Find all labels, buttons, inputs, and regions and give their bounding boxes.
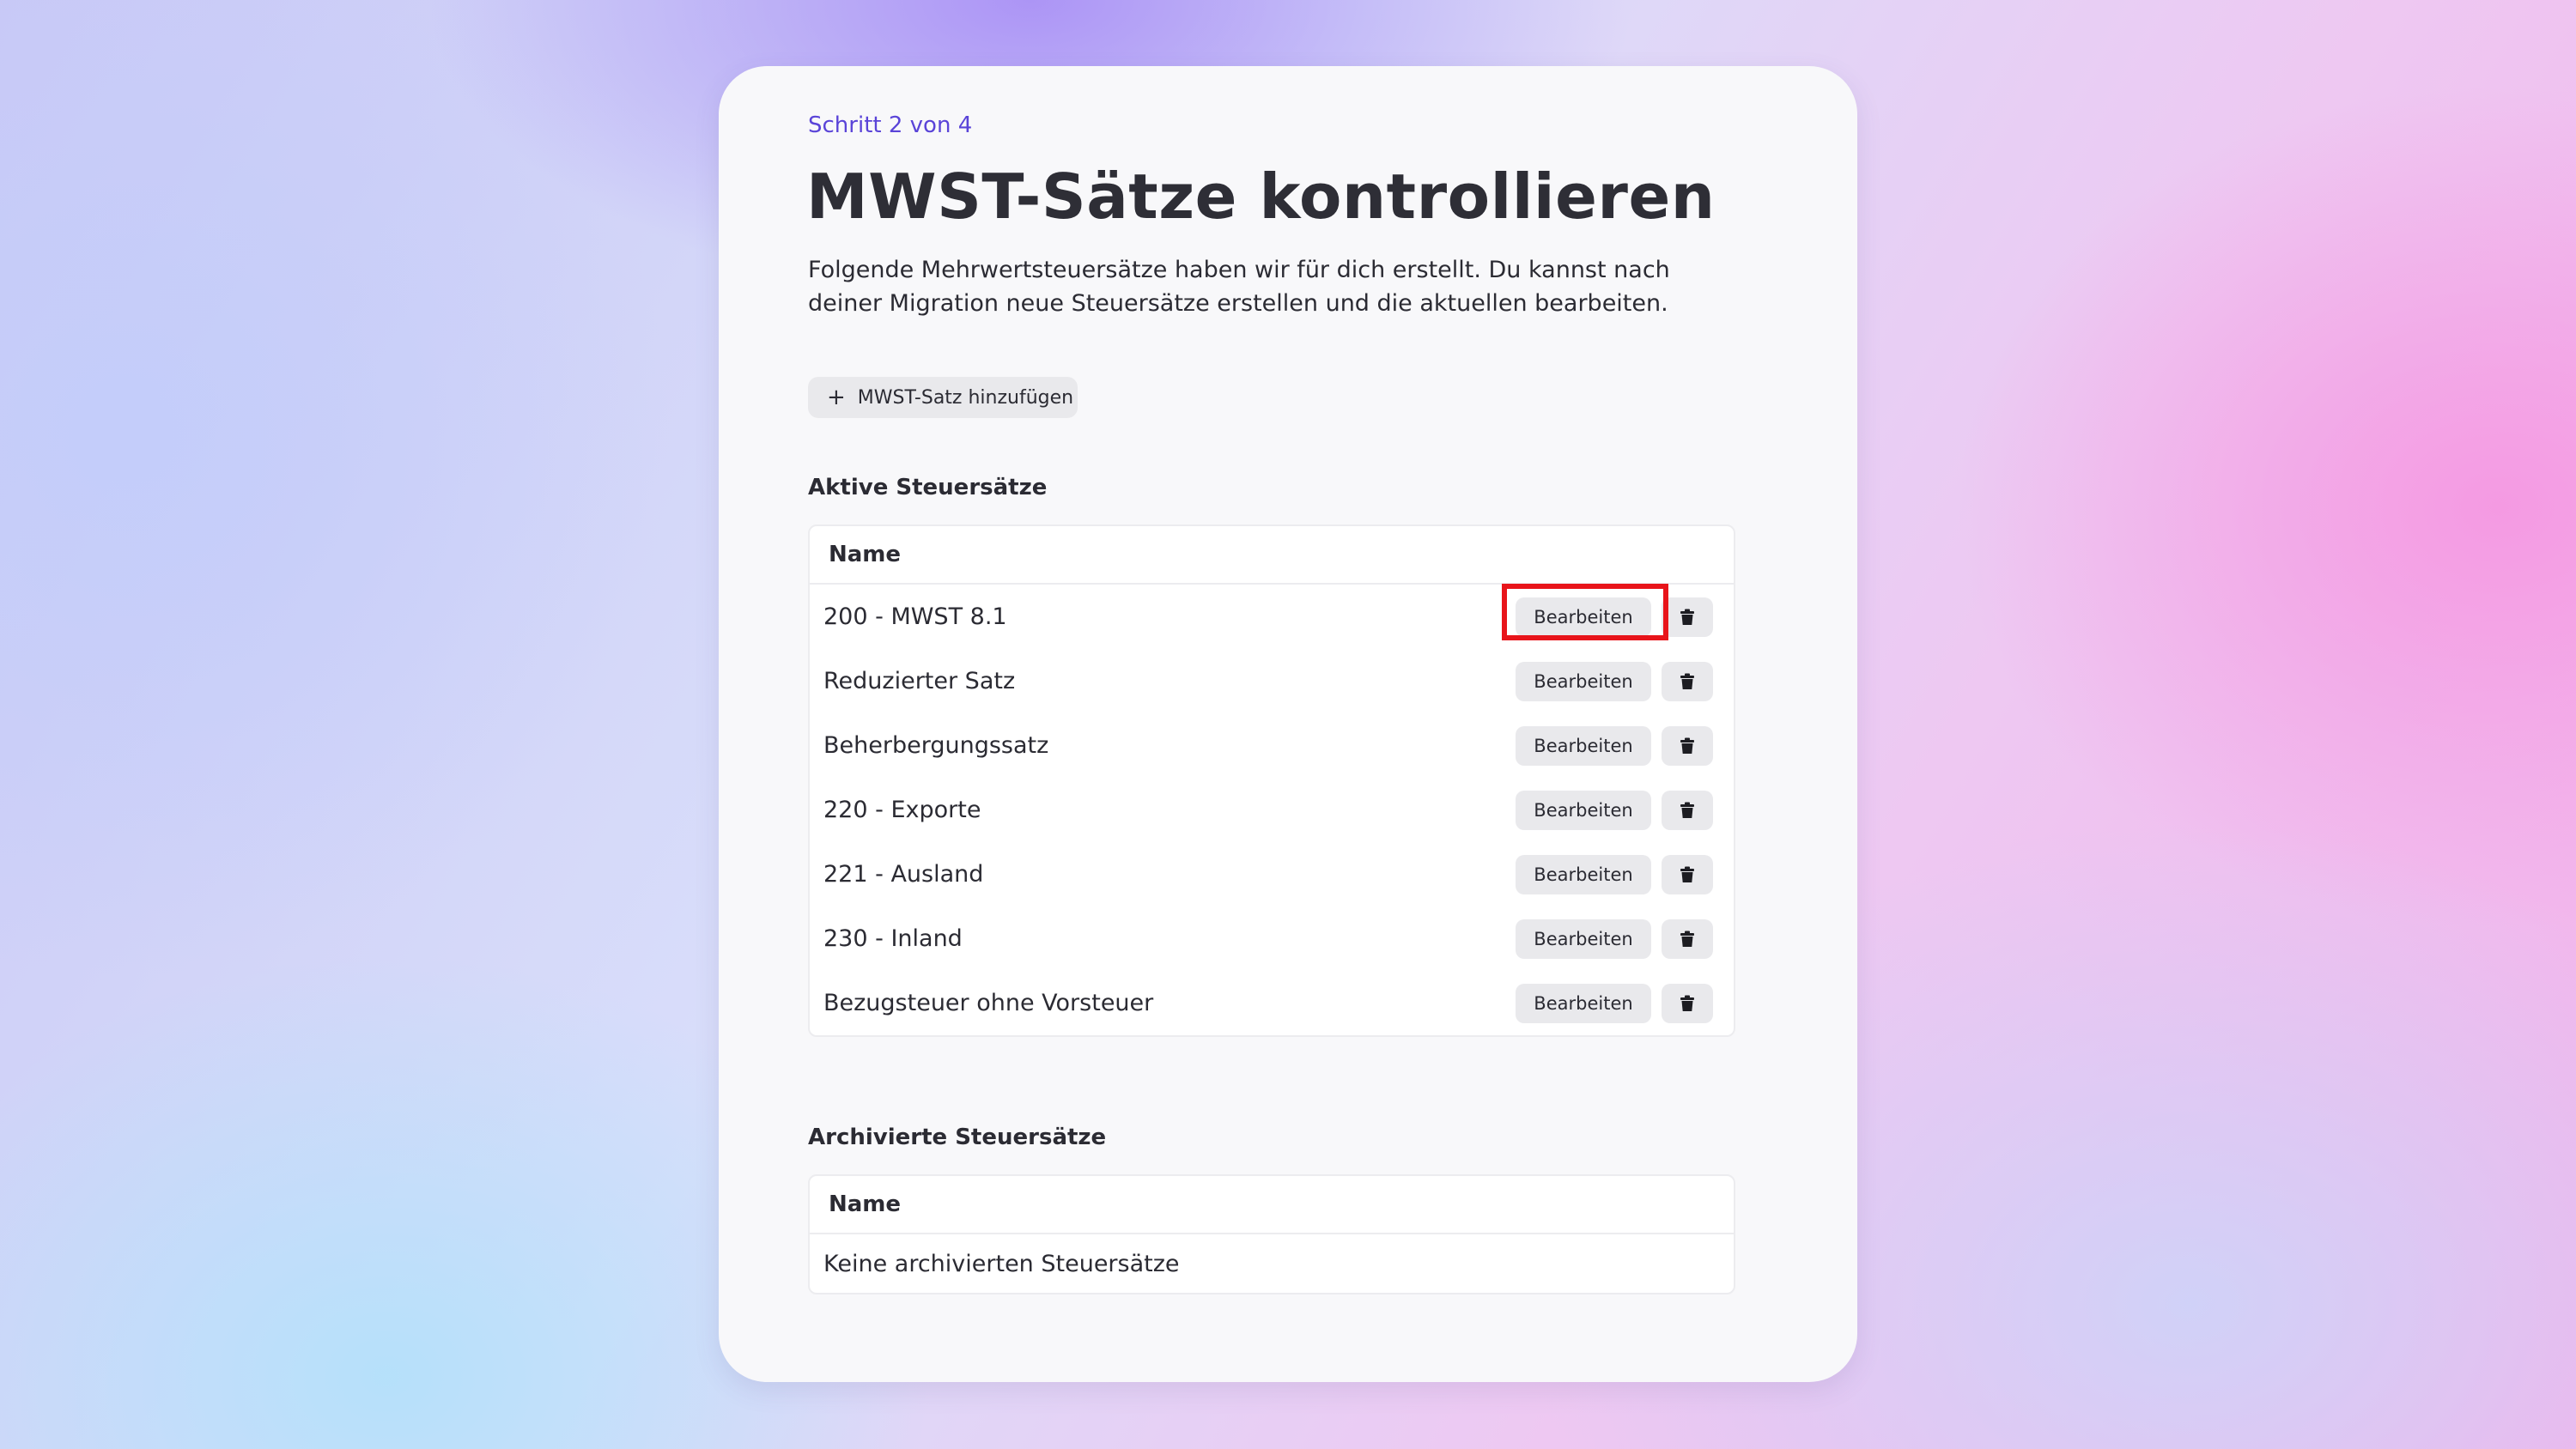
delete-button[interactable] (1662, 597, 1713, 637)
table-header: Name (810, 1176, 1734, 1234)
rate-name: Beherbergungssatz (823, 732, 1049, 759)
add-vat-rate-label: MWST-Satz hinzufügen (857, 386, 1074, 409)
active-section-title: Aktive Steuersätze (808, 475, 1048, 500)
column-header-name: Name (829, 542, 902, 567)
table-body: 200 - MWST 8.1 Bearbeiten Reduzierter Satz… (810, 583, 1734, 1035)
delete-button[interactable] (1662, 919, 1713, 959)
table-row: 220 - Exporte Bearbeiten (810, 778, 1734, 842)
plus-icon: + (827, 385, 846, 410)
page-title: MWST-Sätze kontrollieren (806, 161, 1716, 233)
empty-state-text: Keine archivierten Steuersätze (823, 1250, 1180, 1277)
trash-icon (1680, 995, 1694, 1011)
rate-name: Bezugsteuer ohne Vorsteuer (823, 990, 1154, 1016)
delete-button[interactable] (1662, 725, 1713, 766)
rate-name: 230 - Inland (823, 925, 963, 952)
edit-button-wrapper: Bearbeiten (1516, 919, 1662, 959)
migration-card: Schritt 2 von 4 MWST-Sätze kontrollieren… (719, 66, 1857, 1382)
rate-name: 221 - Ausland (823, 861, 984, 888)
edit-button-wrapper: Bearbeiten (1502, 583, 1668, 640)
delete-button[interactable] (1662, 854, 1713, 894)
trash-icon (1680, 609, 1694, 625)
edit-button[interactable]: Bearbeiten (1516, 854, 1651, 894)
edit-button[interactable]: Bearbeiten (1516, 790, 1651, 830)
edit-button-wrapper: Bearbeiten (1516, 790, 1662, 830)
table-row: 230 - Inland Bearbeiten (810, 906, 1734, 971)
edit-button-wrapper: Bearbeiten (1516, 725, 1662, 766)
archived-rates-table: Name Keine archivierten Steuersätze (808, 1174, 1735, 1294)
delete-button[interactable] (1662, 661, 1713, 701)
add-vat-rate-button[interactable]: + MWST-Satz hinzufügen (808, 377, 1078, 418)
trash-icon (1680, 866, 1694, 882)
rate-name: 200 - MWST 8.1 (823, 603, 1007, 630)
edit-button[interactable]: Bearbeiten (1516, 597, 1651, 637)
table-row: Reduzierter Satz Bearbeiten (810, 649, 1734, 713)
table-row: Bezugsteuer ohne Vorsteuer Bearbeiten (810, 971, 1734, 1035)
active-rates-table: Name 200 - MWST 8.1 Bearbeiten Reduzierter… (808, 524, 1735, 1037)
edit-button-wrapper: Bearbeiten (1516, 661, 1662, 701)
page-description: Folgende Mehrwertsteuersätze haben wir f… (808, 257, 1670, 317)
trash-icon (1680, 673, 1694, 689)
table-row: Beherbergungssatz Bearbeiten (810, 713, 1734, 778)
edit-button-wrapper: Bearbeiten (1516, 854, 1662, 894)
trash-icon (1680, 802, 1694, 818)
rate-name: Reduzierter Satz (823, 668, 1016, 694)
step-indicator: Schritt 2 von 4 (808, 112, 973, 138)
table-header: Name (810, 526, 1734, 585)
trash-icon (1680, 931, 1694, 947)
edit-button[interactable]: Bearbeiten (1516, 725, 1651, 766)
trash-icon (1680, 737, 1694, 754)
edit-button[interactable]: Bearbeiten (1516, 919, 1651, 959)
table-row: 221 - Ausland Bearbeiten (810, 842, 1734, 906)
edit-button[interactable]: Bearbeiten (1516, 661, 1651, 701)
rate-name: 220 - Exporte (823, 797, 981, 823)
column-header-name: Name (829, 1191, 902, 1217)
edit-button-wrapper: Bearbeiten (1516, 983, 1662, 1023)
delete-button[interactable] (1662, 983, 1713, 1023)
edit-button[interactable]: Bearbeiten (1516, 983, 1651, 1023)
delete-button[interactable] (1662, 790, 1713, 830)
table-row: 200 - MWST 8.1 Bearbeiten (810, 583, 1734, 649)
archived-section-title: Archivierte Steuersätze (808, 1125, 1107, 1150)
